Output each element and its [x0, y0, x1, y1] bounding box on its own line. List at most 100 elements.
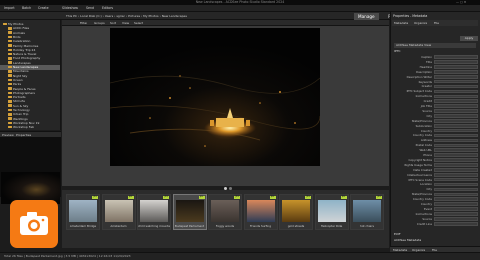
- metadata-field-label: State/Province: [411, 192, 432, 197]
- metadata-field-input[interactable]: [434, 128, 478, 133]
- folder-label: Workshop Nov 3: [13, 130, 37, 131]
- thumbnail[interactable]: JPG Budapest Parliament: [172, 194, 207, 230]
- metadata-field-input[interactable]: [434, 104, 478, 108]
- metadata-field-input[interactable]: [434, 177, 478, 182]
- breadcrumb-item[interactable]: Pictures: [128, 14, 140, 18]
- breadcrumb-item[interactable]: sgrisc: [116, 14, 125, 18]
- metadata-field-input[interactable]: [434, 217, 478, 221]
- folder-icon: [8, 87, 12, 90]
- main-photo[interactable]: [110, 28, 320, 166]
- metadata-field-input[interactable]: [434, 172, 478, 177]
- metadata-field-row: Source: [392, 217, 478, 222]
- metadata-field-input[interactable]: [434, 192, 478, 197]
- thumbnail-caption: Amsterdam: [110, 225, 127, 228]
- tab-manage[interactable]: Manage: [354, 13, 379, 20]
- metadata-field-input[interactable]: [434, 119, 478, 123]
- groups-menu[interactable]: Groups: [94, 21, 105, 25]
- metadata-field-input[interactable]: [434, 79, 478, 84]
- metadata-field-input[interactable]: [434, 70, 478, 74]
- thumbnail[interactable]: JPG Foggy woods: [208, 194, 242, 230]
- metadata-field-row: Country: [392, 202, 478, 207]
- metadata-field-input[interactable]: [434, 89, 478, 94]
- footer-tab-metadata[interactable]: Metadata: [393, 248, 407, 252]
- metadata-field-input[interactable]: [434, 143, 478, 148]
- metadata-field-input[interactable]: [434, 65, 478, 69]
- thumbnail[interactable]: JPG Friends Surfing: [243, 194, 278, 230]
- section-exif[interactable]: EXIF: [394, 232, 476, 236]
- thumbnail[interactable]: JPG child watching mountains: [137, 194, 171, 230]
- metadata-field-input[interactable]: [434, 212, 478, 216]
- thumbnail[interactable]: JPG Amsterdam Bridge: [66, 194, 100, 230]
- section-iptc[interactable]: IPTC: [394, 49, 476, 53]
- thumbnail-caption: child watching mountains: [138, 225, 170, 228]
- metadata-field-input[interactable]: [434, 207, 478, 211]
- main-toolbar: Import Batch Create Slideshow Send Edito…: [0, 5, 480, 12]
- metadata-field-input[interactable]: [434, 74, 478, 79]
- thumbnail[interactable]: JPG Amsterdam: [101, 194, 136, 230]
- thumbnail-caption: Foggy woods: [215, 225, 235, 228]
- thumbnail[interactable]: JPG hot chairs: [350, 194, 384, 230]
- metadata-field-input[interactable]: [434, 202, 478, 206]
- metadata-field-input[interactable]: [434, 163, 478, 167]
- breadcrumb-item[interactable]: New Landscapes: [162, 14, 187, 18]
- metadata-field-row: Description Writer: [392, 75, 478, 80]
- metadata-field-input[interactable]: [434, 168, 478, 172]
- send-menu[interactable]: Send: [86, 6, 94, 11]
- metadata-field-row: Caption: [392, 55, 478, 60]
- metadata-field-label: Address: [420, 138, 432, 143]
- footer-tab-file[interactable]: File: [432, 248, 437, 252]
- metadata-field-input[interactable]: [434, 114, 478, 118]
- breadcrumb-item[interactable]: This PC: [66, 14, 77, 18]
- breadcrumb-item[interactable]: Local Disk (C:): [80, 14, 102, 18]
- tab-metadata[interactable]: Metadata: [394, 21, 408, 25]
- folder-icon: [8, 82, 12, 86]
- slideshow-menu[interactable]: Slideshow: [62, 6, 78, 11]
- thumbnail[interactable]: JPG Helicopter Ride: [314, 194, 349, 230]
- metadata-field-input[interactable]: [434, 158, 478, 162]
- apply-button[interactable]: Apply: [460, 36, 478, 41]
- metadata-field-label: Instructions: [415, 94, 432, 99]
- section-acdsee-metadata[interactable]: ACDSee Metadata: [394, 238, 476, 242]
- view-menu[interactable]: View: [122, 21, 129, 25]
- thumbnail[interactable]: JPG gold streets: [279, 194, 313, 230]
- metadata-field-input[interactable]: [434, 197, 478, 202]
- metadata-field-row: Country Code: [392, 197, 478, 202]
- metadata-field-input[interactable]: [434, 84, 478, 89]
- metadata-field-input[interactable]: [434, 109, 478, 113]
- metadata-field-input[interactable]: [434, 148, 478, 153]
- tab-file[interactable]: File: [434, 21, 439, 25]
- thumbnail-image: [353, 200, 381, 222]
- metadata-view-select[interactable]: ACDSee Metadata View: [394, 43, 476, 48]
- metadata-field-input[interactable]: [434, 99, 478, 104]
- metadata-field-input[interactable]: [434, 94, 478, 99]
- batch-menu[interactable]: Batch: [22, 6, 31, 11]
- select-menu[interactable]: Select: [134, 21, 143, 25]
- metadata-field-input[interactable]: [434, 133, 478, 138]
- breadcrumb-item[interactable]: My Photos: [143, 14, 158, 18]
- metadata-field-row: City: [392, 187, 478, 192]
- metadata-field-input[interactable]: [434, 55, 478, 59]
- metadata-field-label: Title: [426, 59, 432, 64]
- sort-menu[interactable]: Sort: [110, 21, 116, 25]
- create-menu[interactable]: Create: [38, 6, 49, 11]
- metadata-field-input[interactable]: [434, 138, 478, 143]
- metadata-field-input[interactable]: [434, 182, 478, 187]
- metadata-field-label: Intellectual Genre: [407, 172, 432, 177]
- metadata-field-input[interactable]: [434, 187, 478, 192]
- metadata-field-input[interactable]: [434, 123, 478, 128]
- metadata-field-label: Country: [420, 202, 432, 206]
- folder-item[interactable]: Workshop Nov 3: [0, 130, 60, 131]
- filter-menu[interactable]: Filter: [80, 21, 87, 25]
- tab-organize[interactable]: Organize: [414, 21, 427, 25]
- breadcrumb-item[interactable]: Users: [105, 14, 113, 18]
- metadata-field-input[interactable]: [434, 60, 478, 64]
- metadata-field-input[interactable]: [434, 221, 478, 226]
- footer-tab-organize[interactable]: Organize: [412, 248, 425, 252]
- import-menu[interactable]: Import: [4, 6, 15, 11]
- file-type-badge: JPG: [92, 196, 98, 199]
- editors-menu[interactable]: Editors: [102, 6, 113, 11]
- metadata-field-label: Job Title: [420, 104, 432, 108]
- metadata-field-input[interactable]: [434, 153, 478, 157]
- metadata-field-row: Title: [392, 60, 478, 65]
- metadata-field-row: Headline: [392, 65, 478, 70]
